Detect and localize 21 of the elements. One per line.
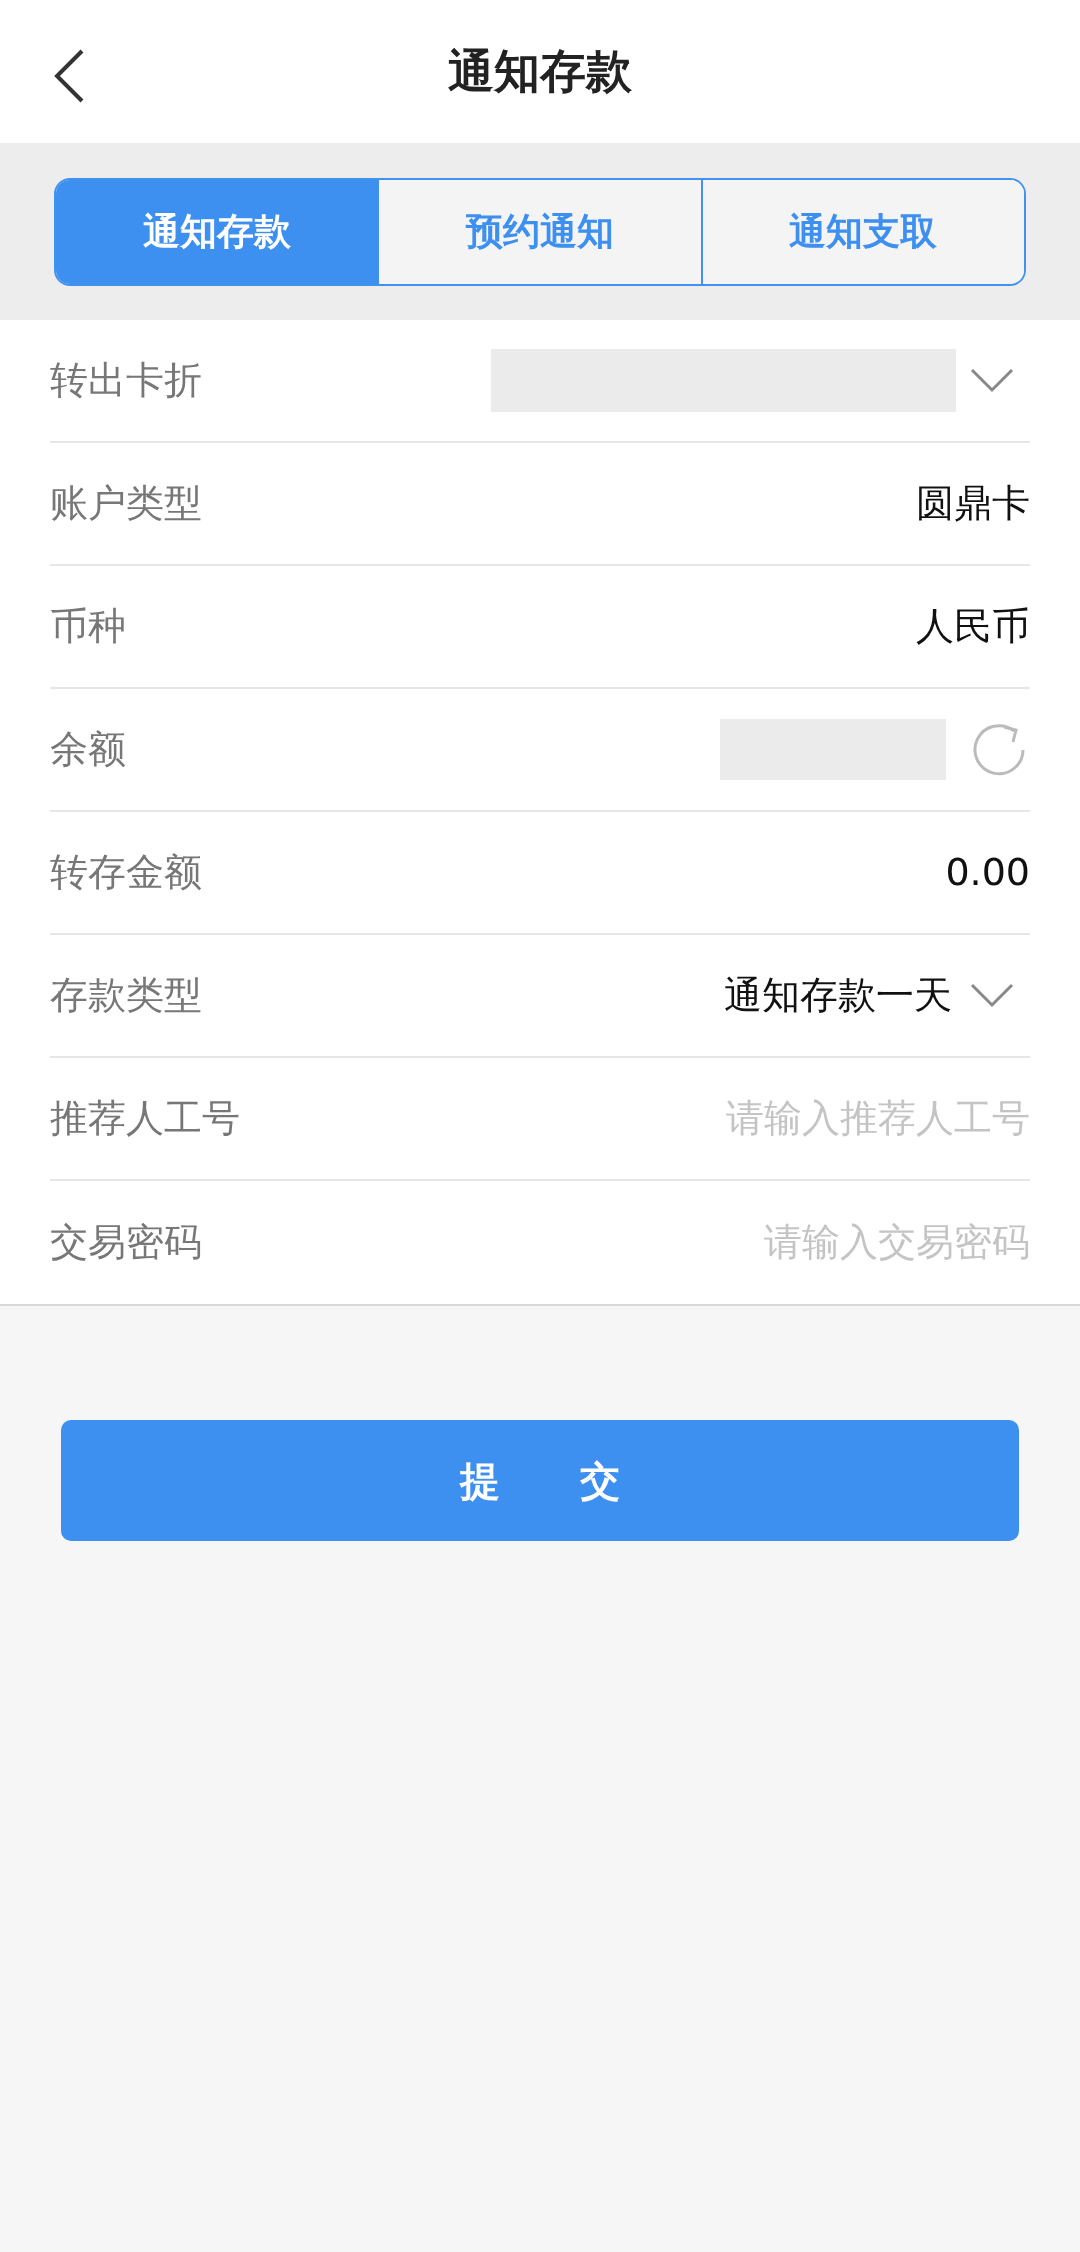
- field-value[interactable]: 通知存款一天: [724, 967, 952, 1024]
- chevron-down-icon[interactable]: [970, 367, 1014, 394]
- field-value: 人民币: [916, 603, 1030, 650]
- field-label: 账户类型: [50, 480, 202, 527]
- field-label: 交易密码: [50, 1219, 202, 1266]
- tab[interactable]: 通知存款: [56, 179, 378, 284]
- field-value: 圆鼎卡: [916, 480, 1030, 527]
- field-label: 余额: [50, 726, 126, 773]
- field-label: 转存金额: [50, 849, 202, 896]
- chevron-down-icon[interactable]: [970, 982, 1014, 1009]
- submit-button[interactable]: 提交: [61, 1420, 1019, 1541]
- field-label: 推荐人工号: [50, 1095, 240, 1142]
- back-icon[interactable]: [52, 48, 86, 104]
- page-title: 通知存款: [448, 43, 632, 100]
- tab[interactable]: 通知支取: [700, 179, 1024, 284]
- input-field[interactable]: 请输入推荐人工号: [530, 1090, 1030, 1147]
- field-label: 转出卡折: [50, 357, 202, 404]
- field-value: 0.00: [945, 849, 1030, 896]
- field-label: 币种: [50, 603, 126, 650]
- field-label: 存款类型: [50, 972, 202, 1019]
- input-field[interactable]: 请输入交易密码: [530, 1214, 1030, 1271]
